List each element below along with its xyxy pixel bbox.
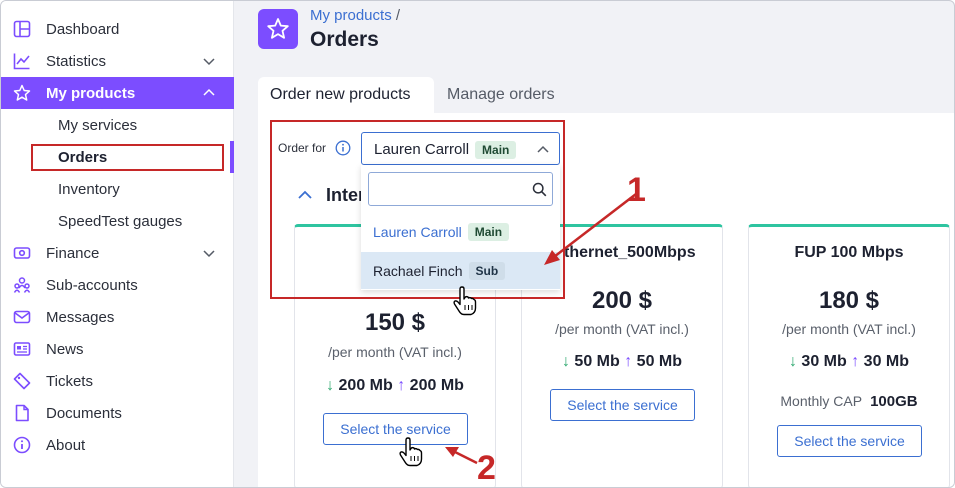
info-icon <box>13 436 31 454</box>
sidebar-subitem-inventory[interactable]: Inventory <box>58 181 120 198</box>
cap-value: 100GB <box>870 393 918 410</box>
breadcrumb-link-my-products[interactable]: My products <box>310 7 392 24</box>
sidebar-item-sub-accounts[interactable]: Sub-accounts <box>1 269 234 301</box>
arrow-down-icon: ↓ <box>561 353 570 370</box>
card-price: 180 $ <box>818 287 880 314</box>
card-title: FUP 100 Mbps <box>794 244 904 261</box>
sub-accounts-icon <box>13 277 31 293</box>
select-service-button[interactable]: Select the service <box>550 389 695 421</box>
sidebar-item-dashboard[interactable]: Dashboard <box>1 13 234 45</box>
arrow-up-icon: ↑ <box>851 353 860 370</box>
sidebar-item-about[interactable]: About <box>1 429 234 461</box>
download-speed: 50 Mb <box>574 353 620 370</box>
sidebar-subitem-speedtest-gauges[interactable]: SpeedTest gauges <box>58 213 182 230</box>
chevron-up-icon <box>203 88 215 96</box>
sidebar-item-documents[interactable]: Documents <box>1 397 234 429</box>
card-speeds: ↓ 200 Mb ↑ 200 Mb <box>295 377 495 395</box>
annotation-highlight-order-for <box>270 120 565 299</box>
arrow-up-icon: ↑ <box>624 353 633 370</box>
arrow-up-icon: ↑ <box>397 377 406 394</box>
card-period: /per month (VAT incl.) <box>328 344 462 360</box>
card-speeds: ↓ 30 Mb ↑ 30 Mb <box>749 353 949 371</box>
card-period: /per month (VAT incl.) <box>555 321 689 337</box>
sidebar-item-label: Tickets <box>46 372 93 390</box>
sidebar-item-statistics[interactable]: Statistics <box>1 45 234 77</box>
dashboard-icon <box>13 20 31 38</box>
upload-speed: 200 Mb <box>409 377 464 394</box>
document-icon <box>15 404 29 422</box>
upload-speed: 30 Mb <box>863 353 910 370</box>
breadcrumb: My products / <box>310 7 400 24</box>
chevron-down-icon <box>203 58 215 66</box>
download-speed: 30 Mb <box>801 353 847 370</box>
page-title: Orders <box>310 28 379 51</box>
star-icon <box>267 18 289 39</box>
download-speed: 200 Mb <box>338 377 393 394</box>
ticket-icon <box>13 372 31 390</box>
statistics-icon <box>13 53 30 70</box>
cap-label: Monthly CAP <box>780 393 863 409</box>
sidebar-item-my-products[interactable]: My products <box>1 77 234 109</box>
mail-icon <box>13 310 31 324</box>
sidebar-item-label: Statistics <box>46 52 107 70</box>
sidebar-item-label: Messages <box>46 308 115 326</box>
tab-manage-orders[interactable]: Manage orders <box>435 77 585 113</box>
sidebar-item-label: Sub-accounts <box>46 276 138 294</box>
sidebar-item-label: Finance <box>46 244 100 262</box>
sidebar: Dashboard Statistics My products My serv… <box>1 1 234 487</box>
sidebar-item-news[interactable]: News <box>1 333 234 365</box>
product-card: FUP 100 Mbps 180 $ /per month (VAT incl.… <box>748 224 950 487</box>
tab-order-new-products[interactable]: Order new products <box>258 77 434 113</box>
breadcrumb-separator: / <box>395 7 401 24</box>
active-indicator <box>230 141 234 173</box>
monthly-cap: Monthly CAP 100GB <box>749 393 949 410</box>
upload-speed: 50 Mb <box>636 353 683 370</box>
annotation-number-2: 2 <box>477 449 496 487</box>
app-window: Dashboard Statistics My products My serv… <box>0 0 955 488</box>
annotation-highlight-orders <box>31 144 224 171</box>
sidebar-item-label: About <box>46 436 86 454</box>
sidebar-item-tickets[interactable]: Tickets <box>1 365 234 397</box>
sidebar-item-label: News <box>46 340 84 358</box>
select-service-button[interactable]: Select the service <box>777 425 922 457</box>
page-icon <box>258 9 298 49</box>
card-period: /per month (VAT incl.) <box>782 321 916 337</box>
annotation-number-1: 1 <box>627 171 646 209</box>
sidebar-item-label: Documents <box>46 404 122 422</box>
sidebar-item-label: Dashboard <box>46 20 120 38</box>
card-speeds: ↓ 50 Mb ↑ 50 Mb <box>522 353 722 371</box>
hand-cursor-icon <box>453 286 477 316</box>
chevron-down-icon <box>203 250 215 258</box>
sidebar-item-finance[interactable]: Finance <box>1 237 234 269</box>
star-icon <box>13 84 31 101</box>
news-icon <box>13 342 31 356</box>
arrow-down-icon: ↓ <box>326 377 335 394</box>
arrow-down-icon: ↓ <box>788 353 797 370</box>
finance-icon <box>13 247 31 259</box>
hand-cursor-icon <box>399 437 423 467</box>
sidebar-item-label: My products <box>46 84 136 102</box>
sidebar-subitem-my-services[interactable]: My services <box>58 117 137 134</box>
sidebar-item-messages[interactable]: Messages <box>1 301 234 333</box>
